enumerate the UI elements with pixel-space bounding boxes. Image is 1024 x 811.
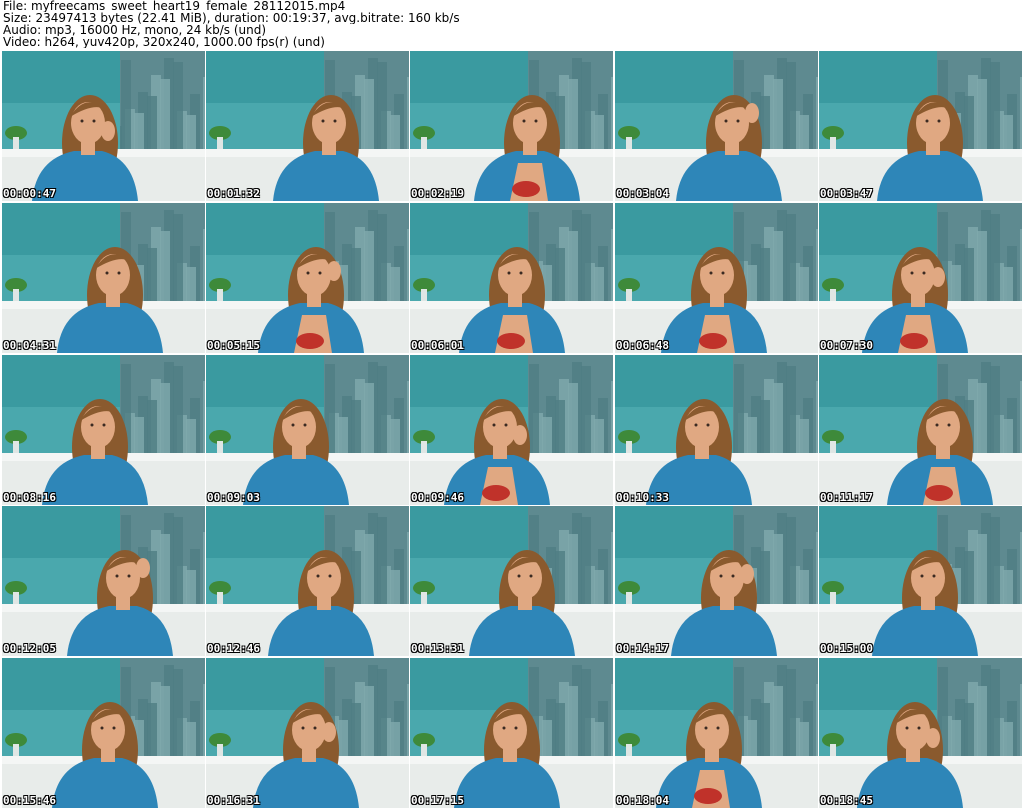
timestamp-label: 00:18:45 <box>820 794 873 807</box>
webcam-frame-image <box>206 51 409 201</box>
webcam-frame-image <box>2 658 205 808</box>
timestamp-label: 00:06:48 <box>616 339 669 352</box>
video-thumbnail[interactable]: 00:01:32 <box>206 51 409 201</box>
webcam-frame-image <box>206 658 409 808</box>
video-thumbnail[interactable]: 00:17:15 <box>410 658 613 808</box>
webcam-frame-image <box>819 355 1022 505</box>
video-thumbnail[interactable]: 00:02:19 <box>410 51 613 201</box>
timestamp-label: 00:03:04 <box>616 187 669 200</box>
video-thumbnail[interactable]: 00:13:31 <box>410 506 613 656</box>
timestamp-label: 00:08:16 <box>3 491 56 504</box>
timestamp-label: 00:17:15 <box>411 794 464 807</box>
webcam-frame-image <box>819 51 1022 201</box>
video-thumbnail[interactable]: 00:04:31 <box>2 203 205 353</box>
timestamp-label: 00:04:31 <box>3 339 56 352</box>
webcam-frame-image <box>615 51 818 201</box>
webcam-frame-image <box>2 506 205 656</box>
webcam-frame-image <box>206 203 409 353</box>
video-thumbnail[interactable]: 00:18:45 <box>819 658 1022 808</box>
file-info-header: File: myfreecams_sweet_heart19_female_28… <box>3 0 1021 50</box>
thumbnail-grid: 00:00:47 00:01:32 00:02:19 00:03:04 00:03:47… <box>2 51 1024 811</box>
webcam-frame-image <box>410 203 613 353</box>
timestamp-label: 00:09:03 <box>207 491 260 504</box>
audio-info-line: Audio: mp3, 16000 Hz, mono, 24 kb/s (und… <box>3 24 267 36</box>
webcam-frame-image <box>2 51 205 201</box>
video-thumbnail[interactable]: 00:03:04 <box>615 51 818 201</box>
video-thumbnail[interactable]: 00:18:04 <box>615 658 818 808</box>
webcam-frame-image <box>206 355 409 505</box>
file-size-line: Size: 23497413 bytes (22.41 MiB), durati… <box>3 12 460 24</box>
webcam-frame-image <box>206 506 409 656</box>
timestamp-label: 00:06:01 <box>411 339 464 352</box>
timestamp-label: 00:16:31 <box>207 794 260 807</box>
video-thumbnail[interactable]: 00:16:31 <box>206 658 409 808</box>
webcam-frame-image <box>615 203 818 353</box>
webcam-frame-image <box>615 506 818 656</box>
webcam-frame-image <box>819 203 1022 353</box>
video-thumbnail[interactable]: 00:15:00 <box>819 506 1022 656</box>
video-thumbnail[interactable]: 00:06:48 <box>615 203 818 353</box>
timestamp-label: 00:13:31 <box>411 642 464 655</box>
video-thumbnail[interactable]: 00:08:16 <box>2 355 205 505</box>
video-thumbnail[interactable]: 00:06:01 <box>410 203 613 353</box>
timestamp-label: 00:10:33 <box>616 491 669 504</box>
timestamp-label: 00:02:19 <box>411 187 464 200</box>
video-thumbnail[interactable]: 00:12:46 <box>206 506 409 656</box>
timestamp-label: 00:14:17 <box>616 642 669 655</box>
timestamp-label: 00:09:46 <box>411 491 464 504</box>
video-thumbnail[interactable]: 00:14:17 <box>615 506 818 656</box>
video-thumbnail[interactable]: 00:11:17 <box>819 355 1022 505</box>
timestamp-label: 00:01:32 <box>207 187 260 200</box>
video-thumbnail[interactable]: 00:07:30 <box>819 203 1022 353</box>
webcam-frame-image <box>410 658 613 808</box>
video-thumbnail[interactable]: 00:09:46 <box>410 355 613 505</box>
video-thumbnail[interactable]: 00:12:05 <box>2 506 205 656</box>
video-thumbnail[interactable]: 00:00:47 <box>2 51 205 201</box>
timestamp-label: 00:15:00 <box>820 642 873 655</box>
webcam-frame-image <box>615 658 818 808</box>
timestamp-label: 00:15:46 <box>3 794 56 807</box>
video-thumbnail[interactable]: 00:15:46 <box>2 658 205 808</box>
webcam-frame-image <box>410 506 613 656</box>
file-name-line: File: myfreecams_sweet_heart19_female_28… <box>3 0 346 12</box>
timestamp-label: 00:12:05 <box>3 642 56 655</box>
webcam-frame-image <box>615 355 818 505</box>
video-thumbnail[interactable]: 00:03:47 <box>819 51 1022 201</box>
timestamp-label: 00:11:17 <box>820 491 873 504</box>
webcam-frame-image <box>410 355 613 505</box>
webcam-frame-image <box>2 203 205 353</box>
timestamp-label: 00:03:47 <box>820 187 873 200</box>
webcam-frame-image <box>819 506 1022 656</box>
timestamp-label: 00:18:04 <box>616 794 669 807</box>
webcam-frame-image <box>410 51 613 201</box>
timestamp-label: 00:07:30 <box>820 339 873 352</box>
video-thumbnail[interactable]: 00:05:15 <box>206 203 409 353</box>
video-thumbnail[interactable]: 00:09:03 <box>206 355 409 505</box>
webcam-frame-image <box>2 355 205 505</box>
video-thumbnail[interactable]: 00:10:33 <box>615 355 818 505</box>
video-info-line: Video: h264, yuv420p, 320x240, 1000.00 f… <box>3 36 325 48</box>
timestamp-label: 00:05:15 <box>207 339 260 352</box>
timestamp-label: 00:12:46 <box>207 642 260 655</box>
webcam-frame-image <box>819 658 1022 808</box>
timestamp-label: 00:00:47 <box>3 187 56 200</box>
